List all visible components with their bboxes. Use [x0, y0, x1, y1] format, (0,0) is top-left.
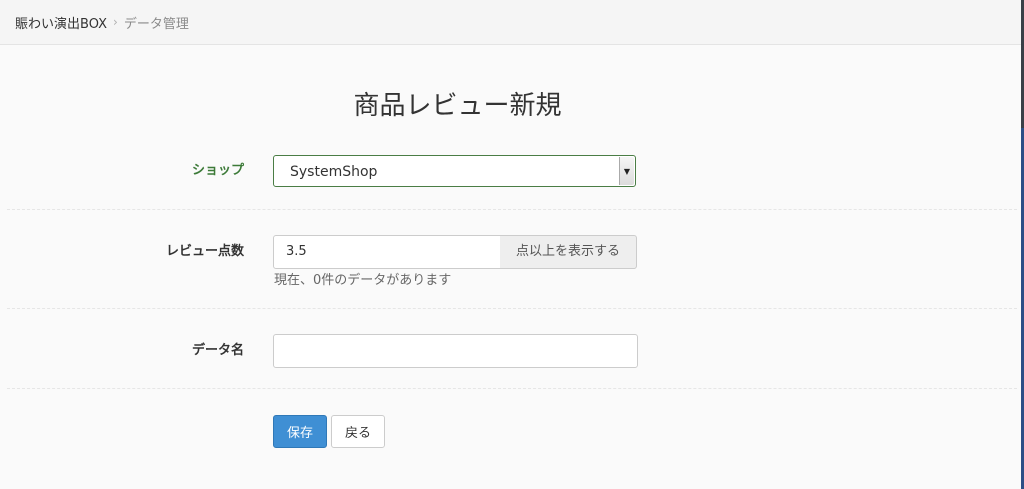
review-score-input[interactable]: 3.5 [273, 235, 501, 269]
chevron-down-icon[interactable]: ▼ [619, 157, 634, 185]
breadcrumb-separator-icon: › [113, 15, 118, 29]
form-divider [7, 388, 1017, 389]
form-divider [7, 308, 1017, 309]
breadcrumb-current: データ管理 [123, 16, 189, 32]
form-panel: 商品レビュー新規 ショップ SystemShop ▼ レビュー点数 3.5 点以… [0, 45, 1021, 489]
shop-label: ショップ [191, 163, 244, 178]
data-name-label: データ名 [191, 343, 244, 358]
breadcrumb-home-link[interactable]: 賑わい演出BOX [15, 13, 107, 32]
form-divider [7, 209, 1017, 210]
shop-select[interactable]: SystemShop ▼ [273, 155, 636, 187]
data-name-input[interactable] [273, 334, 638, 368]
review-score-help-text: 現在、0件のデータがあります [274, 273, 452, 288]
review-score-label: レビュー点数 [165, 244, 244, 259]
page-title: 商品レビュー新規 [353, 91, 562, 121]
save-button[interactable]: 保存 [273, 415, 327, 448]
review-score-addon: 点以上を表示する [500, 235, 637, 269]
shop-select-value: SystemShop [290, 164, 378, 180]
back-button[interactable]: 戻る [331, 415, 385, 448]
breadcrumb: 賑わい演出BOX › データ管理 [0, 0, 1021, 45]
